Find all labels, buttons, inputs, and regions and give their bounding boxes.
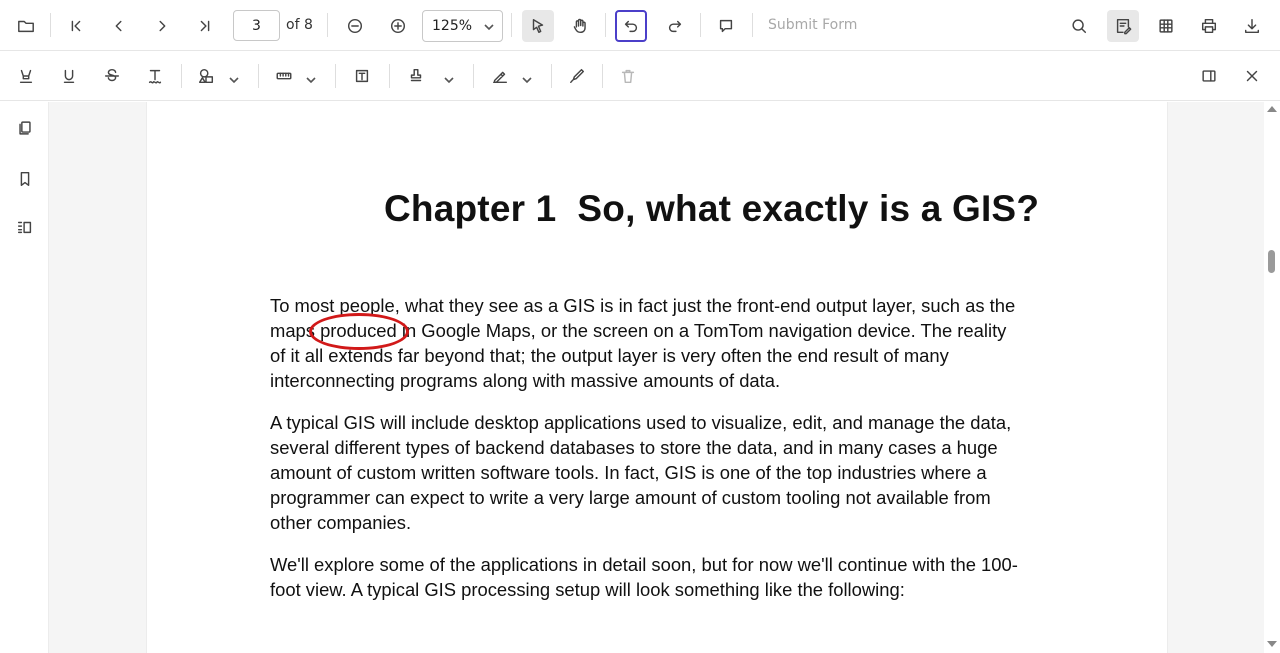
squiggly-text-icon[interactable] [139, 60, 171, 92]
divider [605, 13, 606, 37]
vertical-scrollbar[interactable] [1264, 102, 1280, 653]
annotation-toolbar [0, 51, 1280, 101]
chevron-down-icon[interactable] [522, 72, 532, 84]
strikethrough-icon[interactable] [96, 60, 128, 92]
close-icon[interactable] [1236, 60, 1268, 92]
open-folder-icon[interactable] [10, 10, 42, 42]
divider [181, 64, 182, 88]
divider [258, 64, 259, 88]
redo-icon[interactable] [659, 10, 691, 42]
zoom-select[interactable]: 125% [422, 10, 503, 42]
divider [389, 64, 390, 88]
signature-icon[interactable] [484, 60, 516, 92]
print-icon[interactable] [1193, 10, 1225, 42]
scroll-down-arrow-icon[interactable] [1267, 641, 1277, 647]
scroll-thumb[interactable] [1268, 250, 1275, 273]
page-count-label: of 8 [286, 17, 313, 33]
comment-icon[interactable] [710, 10, 742, 42]
page-number-input[interactable] [233, 10, 280, 41]
pan-tool-icon[interactable] [564, 10, 596, 42]
paragraph: A typical GIS will include desktop appli… [270, 410, 1050, 535]
ink-pen-icon[interactable] [561, 60, 593, 92]
properties-panel-icon[interactable] [1193, 60, 1225, 92]
annotation-mode-icon[interactable] [1107, 10, 1139, 42]
divider [327, 13, 328, 37]
divider [50, 13, 51, 37]
text-line: foot view. A typical GIS processing setu… [270, 579, 905, 600]
search-icon[interactable] [1063, 10, 1095, 42]
bookmark-icon[interactable] [9, 163, 41, 195]
previous-page-icon[interactable] [103, 10, 135, 42]
submit-form-button[interactable]: Submit Form [768, 17, 857, 33]
zoom-value: 125% [432, 18, 473, 34]
text-line: of it all extends far beyond that; the o… [270, 345, 949, 366]
text-line: To most people, what they see as a GIS i… [270, 295, 1016, 316]
divider [602, 64, 603, 88]
text-line: maps produced in Google Maps, or the scr… [270, 320, 1007, 341]
annotations-list-icon[interactable] [9, 211, 41, 243]
divider [335, 64, 336, 88]
navigation-sidebar [0, 102, 49, 653]
divider [511, 13, 512, 37]
divider [700, 13, 701, 37]
page-thumbnails-icon[interactable] [9, 112, 41, 144]
chevron-down-icon [484, 20, 494, 31]
scroll-up-arrow-icon[interactable] [1267, 106, 1277, 112]
text-line: several different types of backend datab… [270, 437, 998, 458]
divider [752, 13, 753, 37]
free-text-icon[interactable] [346, 60, 378, 92]
undo-icon[interactable] [615, 10, 647, 42]
highlight-icon[interactable] [10, 60, 42, 92]
zoom-out-icon[interactable] [339, 10, 371, 42]
text-line: interconnecting programs along with mass… [270, 370, 781, 391]
paragraph: We'll explore some of the applications i… [270, 552, 1050, 602]
main-toolbar: of 8 125% Submit Form [0, 0, 1280, 51]
underline-icon[interactable] [53, 60, 85, 92]
chevron-down-icon[interactable] [444, 72, 454, 84]
paragraph: To most people, what they see as a GIS i… [270, 293, 1050, 393]
pdf-page: Chapter 1 So, what exactly is a GIS? To … [146, 102, 1168, 653]
measure-icon[interactable] [268, 60, 300, 92]
chevron-down-icon[interactable] [306, 72, 316, 84]
zoom-in-icon[interactable] [382, 10, 414, 42]
form-designer-icon[interactable] [1150, 10, 1182, 42]
last-page-icon[interactable] [189, 10, 221, 42]
text-line: programmer can expect to write a very la… [270, 487, 991, 508]
first-page-icon[interactable] [60, 10, 92, 42]
download-icon[interactable] [1236, 10, 1268, 42]
text-line: other companies. [270, 512, 412, 533]
document-viewer[interactable]: Chapter 1 So, what exactly is a GIS? To … [49, 102, 1264, 653]
shapes-icon[interactable] [190, 60, 222, 92]
divider [473, 64, 474, 88]
text-line: A typical GIS will include desktop appli… [270, 412, 1012, 433]
chapter-title: Chapter 1 So, what exactly is a GIS? [384, 188, 1040, 229]
select-tool-icon[interactable] [522, 10, 554, 42]
text-line: amount of custom written software tools.… [270, 462, 987, 483]
text-line: We'll explore some of the applications i… [270, 554, 1018, 575]
delete-icon[interactable] [612, 60, 644, 92]
divider [551, 64, 552, 88]
next-page-icon[interactable] [146, 10, 178, 42]
chevron-down-icon[interactable] [229, 72, 239, 84]
stamp-icon[interactable] [400, 60, 432, 92]
